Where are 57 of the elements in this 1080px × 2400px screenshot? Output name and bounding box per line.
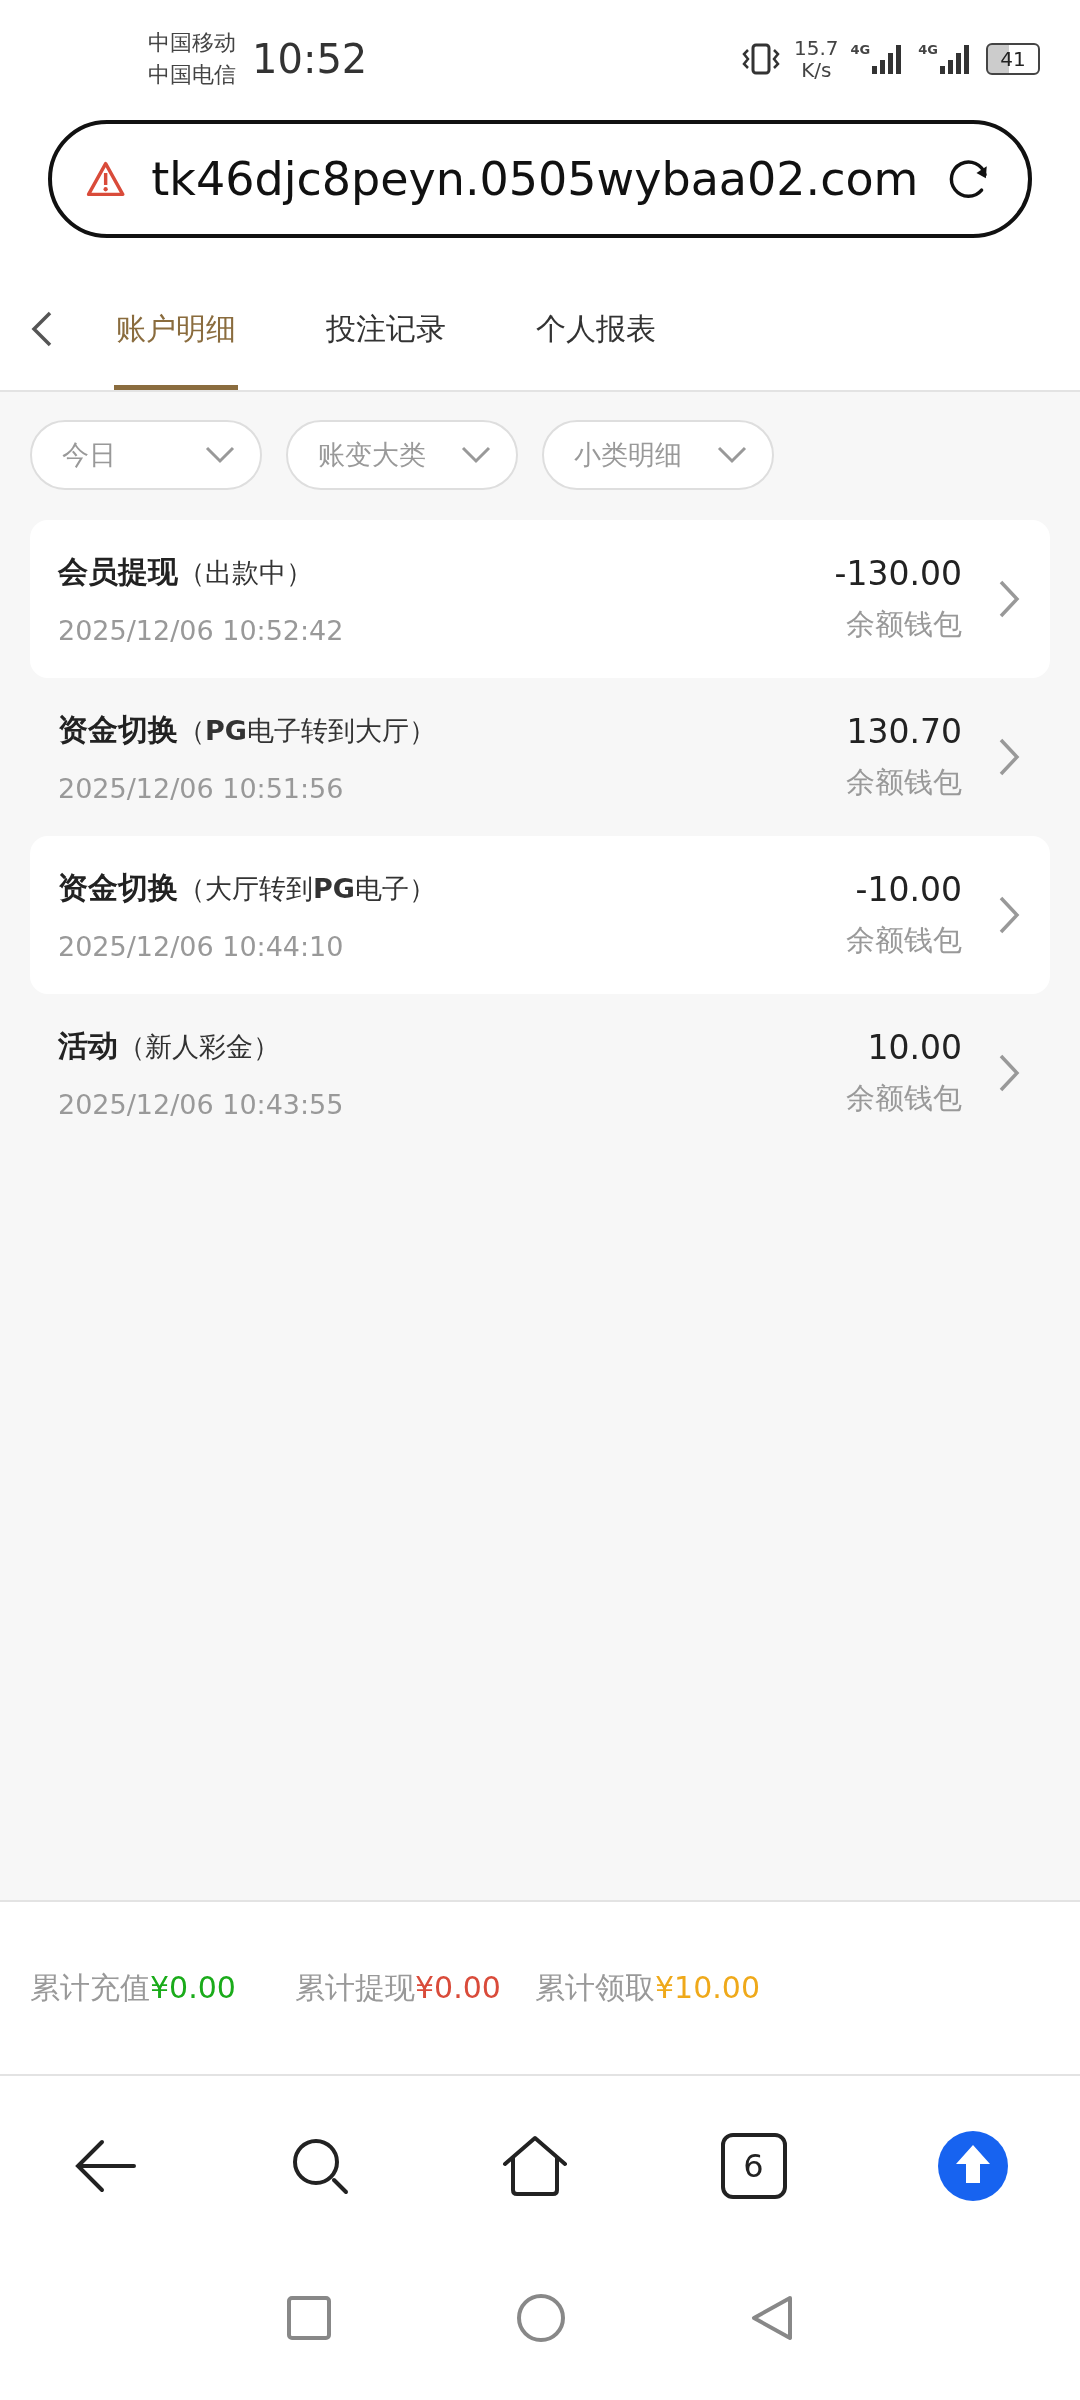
back-icon[interactable] bbox=[30, 309, 54, 349]
summary-value: ¥0.00 bbox=[415, 1969, 501, 2005]
wallet-label: 余额钱包 bbox=[846, 1079, 962, 1117]
chevron-down-icon bbox=[460, 445, 492, 465]
record-card[interactable]: 会员提现（出款中） 2025/12/06 10:52:42 -130.00 余额钱包 bbox=[30, 520, 1050, 678]
record-detail: （出款中） bbox=[178, 556, 313, 590]
record-row[interactable]: 资金切换（PG电子转到大厅） 2025/12/06 10:51:56 130.70 余额钱包 bbox=[30, 678, 1050, 836]
back-arrow-icon[interactable] bbox=[74, 2138, 138, 2194]
tab-count-button[interactable]: 6 bbox=[720, 2133, 787, 2199]
chevron-right-icon bbox=[998, 737, 1020, 777]
clock-time: 10:52 bbox=[252, 36, 368, 82]
record-row[interactable]: 活动（新人彩金） 2025/12/06 10:43:55 10.00 余额钱包 bbox=[30, 994, 1050, 1152]
summary-label: 累计领取 bbox=[535, 1969, 655, 2005]
record-detail: （新人彩金） bbox=[118, 1030, 280, 1064]
speed-unit: K/s bbox=[801, 59, 832, 81]
summary-value: ¥0.00 bbox=[150, 1969, 236, 2005]
record-time: 2025/12/06 10:51:56 bbox=[58, 773, 345, 804]
record-amount: 130.70 bbox=[846, 711, 962, 751]
record-detail: （大厅转到PG电子） bbox=[178, 872, 436, 906]
carrier-name: 中国移动 bbox=[148, 29, 236, 57]
summary-label: 累计充值 bbox=[30, 1969, 150, 2005]
tab[interactable]: 个人报表 bbox=[534, 268, 658, 390]
chevron-down-icon bbox=[204, 445, 236, 465]
record-detail: （PG电子转到大厅） bbox=[178, 714, 436, 748]
home-circle-icon[interactable] bbox=[516, 2293, 566, 2343]
address-bar[interactable]: tk46djc8peyn.0505wybaa02.com bbox=[48, 120, 1032, 238]
wallet-label: 余额钱包 bbox=[846, 921, 962, 959]
battery-indicator: 41 bbox=[986, 43, 1040, 75]
back-triangle-icon[interactable] bbox=[750, 2294, 794, 2342]
record-time: 2025/12/06 10:52:42 bbox=[58, 615, 345, 646]
network-type: 4G bbox=[918, 42, 938, 57]
record-title: 资金切换 bbox=[58, 869, 178, 907]
summary-label: 累计提现 bbox=[295, 1969, 415, 2005]
record-amount: -130.00 bbox=[834, 553, 962, 593]
record-title: 资金切换 bbox=[58, 711, 178, 749]
record-card[interactable]: 资金切换（大厅转到PG电子） 2025/12/06 10:44:10 -10.00 余额钱包 bbox=[30, 836, 1050, 994]
chevron-right-icon bbox=[998, 1053, 1020, 1093]
wallet-label: 余额钱包 bbox=[846, 605, 962, 643]
chevron-right-icon bbox=[998, 895, 1020, 935]
record-amount: -10.00 bbox=[855, 869, 962, 909]
recent-apps-icon[interactable] bbox=[286, 2295, 332, 2341]
record-time: 2025/12/06 10:43:55 bbox=[58, 1089, 345, 1120]
chevron-right-icon bbox=[998, 579, 1020, 619]
network-speed: 15.7 bbox=[794, 37, 839, 59]
carrier-name: 中国电信 bbox=[148, 61, 236, 89]
summary-value: ¥10.00 bbox=[655, 1969, 760, 2005]
record-title: 会员提现 bbox=[58, 553, 178, 591]
wallet-label: 余额钱包 bbox=[846, 763, 962, 801]
scroll-up-icon[interactable] bbox=[938, 2131, 1008, 2201]
home-icon[interactable] bbox=[501, 2134, 569, 2198]
tab[interactable]: 投注记录 bbox=[324, 268, 448, 390]
url-text: tk46djc8peyn.0505wybaa02.com bbox=[151, 152, 919, 206]
record-title: 活动 bbox=[58, 1027, 118, 1065]
chevron-down-icon bbox=[716, 445, 748, 465]
network-type: 4G bbox=[850, 42, 871, 57]
record-time: 2025/12/06 10:44:10 bbox=[58, 931, 345, 962]
record-amount: 10.00 bbox=[867, 1027, 962, 1067]
